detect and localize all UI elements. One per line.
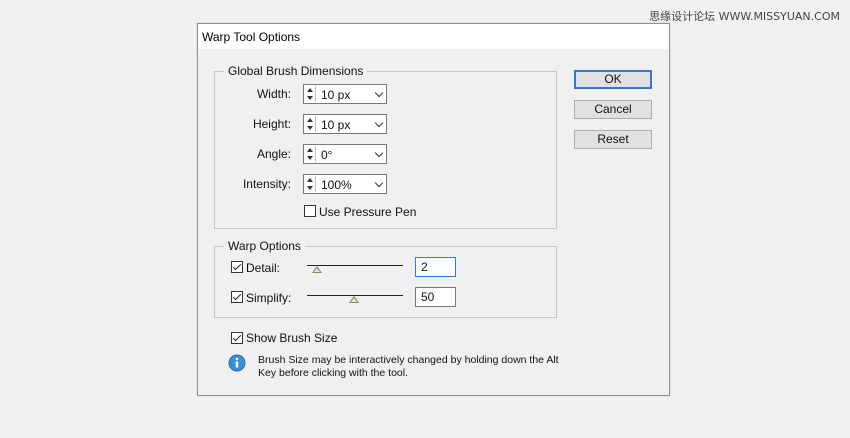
height-value: 10 px xyxy=(321,118,351,132)
simplify-label[interactable]: Simplify: xyxy=(246,291,291,305)
warp-options-group: Warp Options Detail: 2 Simplify: 50 xyxy=(214,239,557,318)
width-value: 10 px xyxy=(321,88,351,102)
detail-slider-thumb[interactable] xyxy=(312,266,322,273)
width-stepper[interactable] xyxy=(305,86,316,102)
use-pressure-pen-label[interactable]: Use Pressure Pen xyxy=(319,205,416,219)
simplify-input[interactable]: 50 xyxy=(415,287,456,307)
detail-input[interactable]: 2 xyxy=(415,257,456,277)
detail-label[interactable]: Detail: xyxy=(246,261,280,275)
intensity-field[interactable]: 100% xyxy=(303,174,387,194)
angle-stepper[interactable] xyxy=(305,146,316,162)
width-label: Width: xyxy=(256,87,291,101)
global-brush-dimensions-group: Global Brush Dimensions Width: 10 px Hei… xyxy=(214,64,557,229)
show-brush-size-label[interactable]: Show Brush Size xyxy=(246,331,337,345)
intensity-stepper[interactable] xyxy=(305,176,316,192)
angle-field[interactable]: 0° xyxy=(303,144,387,164)
height-field[interactable]: 10 px xyxy=(303,114,387,134)
chevron-down-icon[interactable] xyxy=(374,178,384,188)
intensity-label: Intensity: xyxy=(242,177,291,191)
chevron-down-icon[interactable] xyxy=(374,148,384,158)
reset-button[interactable]: Reset xyxy=(574,130,652,149)
simplify-slider-thumb[interactable] xyxy=(349,296,359,303)
use-pressure-pen-checkbox[interactable] xyxy=(304,205,316,217)
title-bar[interactable]: Warp Tool Options xyxy=(198,24,669,49)
angle-label: Angle: xyxy=(256,147,291,161)
warp-options-legend: Warp Options xyxy=(224,239,305,253)
watermark: 思缘设计论坛 WWW.MISSYUAN.COM xyxy=(649,10,840,23)
height-label: Height: xyxy=(252,117,291,131)
height-stepper[interactable] xyxy=(305,116,316,132)
chevron-down-icon[interactable] xyxy=(374,118,384,128)
width-field[interactable]: 10 px xyxy=(303,84,387,104)
intensity-value: 100% xyxy=(321,178,352,192)
ok-button[interactable]: OK xyxy=(574,70,652,89)
dialog-title: Warp Tool Options xyxy=(202,30,301,44)
angle-value: 0° xyxy=(321,148,333,162)
detail-checkbox[interactable] xyxy=(231,261,243,273)
info-icon xyxy=(228,354,246,372)
chevron-down-icon[interactable] xyxy=(374,88,384,98)
global-brush-dimensions-legend: Global Brush Dimensions xyxy=(224,64,368,78)
info-text: Brush Size may be interactively changed … xyxy=(258,354,559,379)
show-brush-size-checkbox[interactable] xyxy=(231,332,243,344)
cancel-button[interactable]: Cancel xyxy=(574,100,652,119)
warp-tool-options-dialog: Warp Tool Options Global Brush Dimension… xyxy=(197,23,670,396)
simplify-checkbox[interactable] xyxy=(231,291,243,303)
